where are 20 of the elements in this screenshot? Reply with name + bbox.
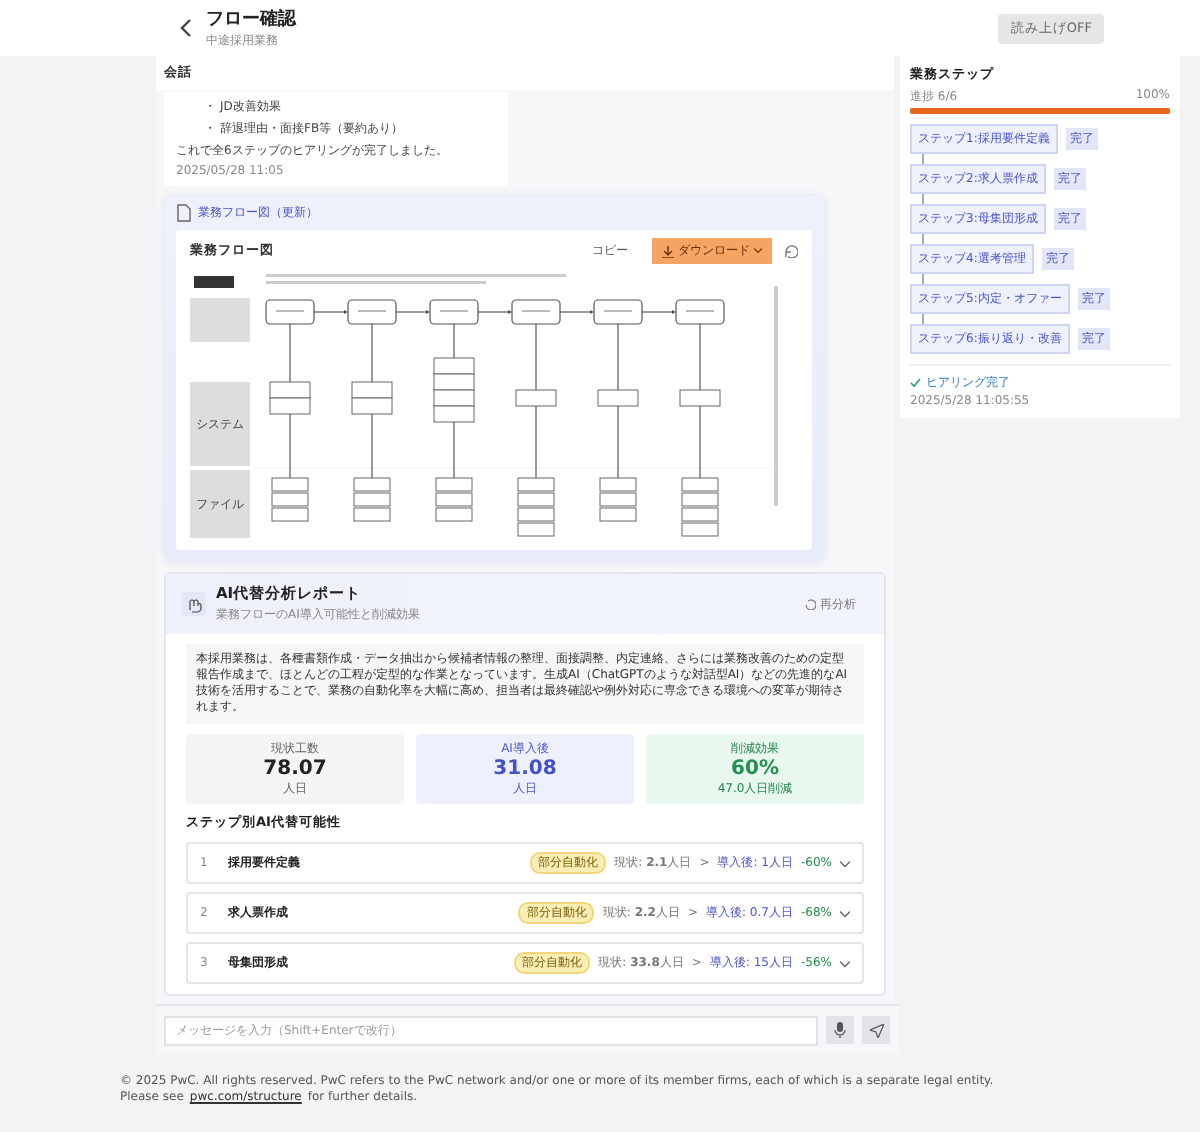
send-icon [869,1023,883,1037]
page-title: フロー確認 [206,7,296,32]
download-icon [662,245,674,257]
stat-value: 60% [731,758,779,780]
check-icon [910,377,922,387]
chevron-icon[interactable] [840,909,850,917]
chevron-down-icon [754,248,762,254]
document-icon [176,204,192,222]
microphone-icon [834,1022,846,1038]
hand-icon [182,592,206,616]
chevron-icon[interactable] [840,959,850,967]
back-icon[interactable] [180,18,192,38]
refresh-icon [804,598,816,610]
microphone-button[interactable] [826,1016,854,1044]
scrollbar[interactable] [774,286,778,506]
refresh-icon[interactable] [784,244,798,258]
stat-value: 78.07 [263,758,327,780]
send-button[interactable] [862,1016,890,1044]
chevron-icon[interactable] [840,859,850,867]
stat-value: 31.08 [493,758,557,780]
